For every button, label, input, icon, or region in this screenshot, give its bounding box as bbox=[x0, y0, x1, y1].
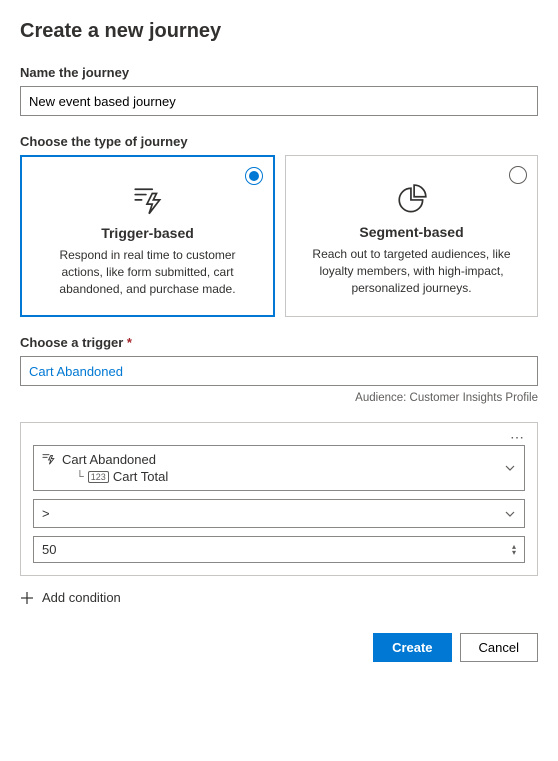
add-condition-button[interactable]: Add condition bbox=[20, 590, 538, 605]
audience-info: Audience: Customer Insights Profile bbox=[20, 392, 538, 404]
operator-value: > bbox=[42, 506, 50, 521]
type-label: Choose the type of journey bbox=[20, 134, 538, 149]
name-label: Name the journey bbox=[20, 65, 538, 80]
trigger-input[interactable]: Cart Abandoned bbox=[20, 356, 538, 386]
name-section: Name the journey bbox=[20, 65, 538, 116]
attribute-selector[interactable]: Cart Abandoned └ 123 Cart Total bbox=[33, 445, 525, 491]
attribute-root: Cart Abandoned bbox=[62, 452, 168, 467]
trigger-section: Choose a trigger * Cart Abandoned Audien… bbox=[20, 335, 538, 404]
plus-icon bbox=[20, 591, 34, 605]
spinner-icon[interactable]: ▴▾ bbox=[512, 544, 516, 556]
lightning-icon bbox=[131, 185, 165, 215]
operator-selector[interactable]: > bbox=[33, 499, 525, 528]
more-options-icon[interactable]: ⋯ bbox=[33, 433, 525, 445]
create-button[interactable]: Create bbox=[373, 633, 451, 662]
radio-unselected-icon bbox=[509, 166, 527, 184]
attribute-child: Cart Total bbox=[113, 469, 168, 484]
trigger-label: Choose a trigger * bbox=[20, 335, 538, 350]
card-desc: Reach out to targeted audiences, like lo… bbox=[306, 246, 517, 296]
chevron-down-icon bbox=[504, 508, 516, 520]
card-title: Trigger-based bbox=[42, 225, 253, 241]
radio-selected-icon bbox=[245, 167, 263, 185]
required-asterisk: * bbox=[127, 335, 132, 350]
card-title: Segment-based bbox=[306, 224, 517, 240]
chevron-down-icon bbox=[504, 462, 516, 474]
tree-branch-icon: └ bbox=[76, 471, 84, 483]
number-type-icon: 123 bbox=[88, 471, 109, 483]
type-section: Choose the type of journey Trigger-based… bbox=[20, 134, 538, 317]
cancel-button[interactable]: Cancel bbox=[460, 633, 538, 662]
journey-name-input[interactable] bbox=[20, 86, 538, 116]
lightning-small-icon bbox=[42, 452, 56, 469]
trigger-value: Cart Abandoned bbox=[29, 364, 123, 379]
card-desc: Respond in real time to customer actions… bbox=[42, 247, 253, 297]
value-number: 50 bbox=[42, 542, 56, 557]
journey-type-trigger-based[interactable]: Trigger-based Respond in real time to cu… bbox=[20, 155, 275, 317]
page-title: Create a new journey bbox=[20, 20, 538, 43]
value-input[interactable]: 50 ▴▾ bbox=[33, 536, 525, 563]
footer-actions: Create Cancel bbox=[20, 633, 538, 662]
add-condition-label: Add condition bbox=[42, 590, 121, 605]
condition-panel: ⋯ Cart Abandoned └ 123 Cart Total bbox=[20, 422, 538, 576]
journey-type-segment-based[interactable]: Segment-based Reach out to targeted audi… bbox=[285, 155, 538, 317]
pie-chart-icon bbox=[395, 184, 429, 214]
